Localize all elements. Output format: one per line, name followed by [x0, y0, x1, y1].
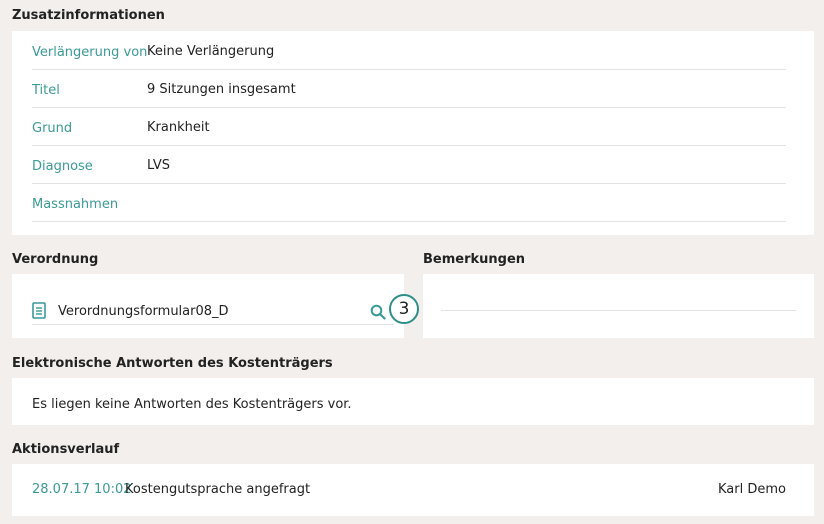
- verordnung-panel: Verordnungsformular08_D: [12, 274, 404, 338]
- info-value: LVS: [147, 158, 170, 173]
- info-value: Keine Verlängerung: [147, 44, 275, 59]
- info-value: Krankheit: [147, 120, 210, 135]
- info-label: Diagnose: [32, 159, 93, 174]
- antworten-message: Es liegen keine Antworten des Kostenträg…: [32, 397, 352, 412]
- section-title-aktionsverlauf: Aktionsverlauf: [12, 442, 120, 457]
- section-title-zusatzinformationen: Zusatzinformationen: [12, 8, 165, 23]
- info-label: Titel: [32, 83, 60, 98]
- verordnung-document-name[interactable]: Verordnungsformular08_D: [58, 304, 229, 319]
- verordnung-document-row[interactable]: Verordnungsformular08_D: [32, 292, 394, 325]
- action-date: 28.07.17 10:02: [32, 482, 132, 497]
- info-row-titel: Titel 9 Sitzungen insgesamt: [32, 69, 786, 108]
- info-value: 9 Sitzungen insgesamt: [147, 82, 296, 97]
- section-title-bemerkungen: Bemerkungen: [423, 252, 526, 267]
- info-label: Grund: [32, 121, 73, 136]
- action-user: Karl Demo: [718, 482, 786, 497]
- document-icon: [32, 302, 46, 319]
- bemerkungen-panel: [423, 274, 814, 338]
- info-label: Verlängerung von: [32, 45, 148, 60]
- bemerkungen-field[interactable]: [441, 310, 796, 311]
- action-description: Kostengutsprache angefragt: [125, 482, 311, 497]
- section-title-verordnung: Verordnung: [12, 252, 99, 267]
- search-icon[interactable]: [370, 304, 386, 320]
- info-row-grund: Grund Krankheit: [32, 107, 786, 146]
- antworten-panel: Es liegen keine Antworten des Kostenträg…: [12, 378, 814, 425]
- info-row-diagnose: Diagnose LVS: [32, 145, 786, 184]
- info-row-verlaengerung: Verlängerung von Keine Verlängerung: [32, 31, 786, 70]
- zusatzinformationen-panel: Verlängerung von Keine Verlängerung Tite…: [12, 31, 814, 235]
- info-row-massnahmen: Massnahmen: [32, 183, 786, 222]
- section-title-antworten: Elektronische Antworten des Kostenträger…: [12, 356, 333, 371]
- aktionsverlauf-panel: 28.07.17 10:02 Kostengutsprache angefrag…: [12, 464, 814, 516]
- step-number-badge: 3: [389, 294, 419, 324]
- info-label: Massnahmen: [32, 197, 119, 212]
